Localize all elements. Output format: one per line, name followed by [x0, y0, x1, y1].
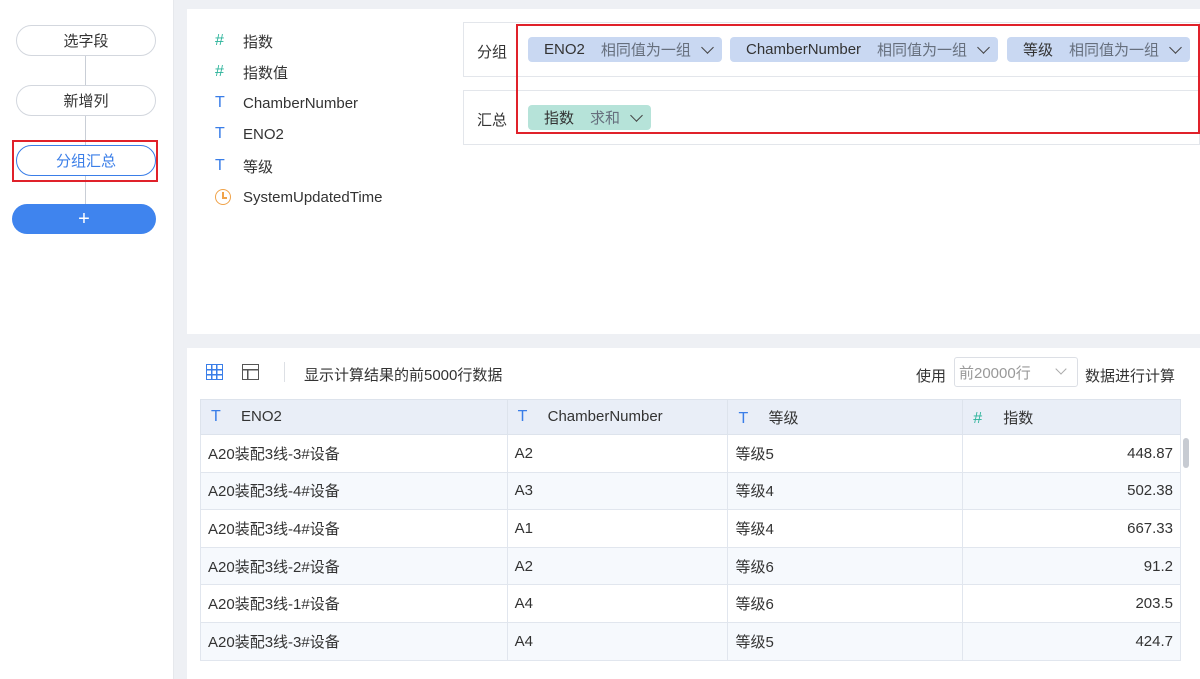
rows-limit-select[interactable]: 前20000行 [954, 357, 1078, 387]
table-cell: 502.38 [962, 471, 1181, 511]
vertical-scrollbar[interactable] [1183, 438, 1189, 468]
column-header[interactable]: T ChamberNumber [506, 399, 729, 435]
table-cell: A2 [506, 546, 729, 586]
clock-icon [215, 189, 243, 205]
table-cell: A20装配3线-3#设备 [200, 621, 508, 661]
table-cell: 等级4 [727, 471, 964, 511]
table-row: A20装配3线-1#设备 A4 等级6 203.5 [200, 584, 1181, 623]
field-item[interactable]: # 指数值 [215, 60, 288, 84]
column-header[interactable]: T ENO2 [200, 399, 508, 435]
table-cell: A20装配3线-4#设备 [200, 471, 508, 511]
highlight-box-config [516, 24, 1200, 134]
step-add-column[interactable]: 新增列 [16, 85, 156, 116]
table-cell: 91.2 [962, 546, 1181, 586]
rows-limit-placeholder: 前20000行 [959, 364, 1031, 382]
step-flow-panel: 选字段 新增列 分组汇总 + [0, 0, 174, 679]
field-name: ENO2 [243, 125, 284, 143]
use-label: 使用 [916, 368, 947, 385]
table-view-icon[interactable] [206, 364, 223, 380]
text-type-icon: T [215, 157, 225, 174]
result-table: T ENO2 T ChamberNumber T 等级 # 指数 A20装配3线-3#设… [200, 399, 1181, 661]
table-cell: A4 [506, 621, 729, 661]
table-cell: 等级6 [727, 546, 964, 586]
table-cell: A2 [506, 434, 729, 473]
field-name: 等级 [243, 158, 274, 176]
step-select-fields[interactable]: 选字段 [16, 25, 156, 56]
field-item[interactable]: SystemUpdatedTime [215, 185, 383, 209]
table-cell: A20装配3线-2#设备 [200, 546, 508, 586]
field-item[interactable]: T 等级 [215, 154, 273, 178]
table-cell: A1 [506, 509, 729, 548]
table-cell: 等级5 [727, 434, 964, 473]
field-item[interactable]: T ENO2 [215, 122, 284, 146]
table-cell: 448.87 [962, 434, 1181, 473]
table-cell: 等级4 [727, 509, 964, 548]
chevron-down-icon [1055, 363, 1067, 375]
table-cell: A20装配3线-1#设备 [200, 584, 508, 623]
field-item[interactable]: # 指数 [215, 29, 273, 53]
text-type-icon: T [211, 408, 221, 425]
add-step-button[interactable]: + [12, 204, 156, 234]
table-row: A20装配3线-4#设备 A1 等级4 667.33 [200, 509, 1181, 548]
field-name: 指数 [243, 33, 274, 51]
flow-connector-line [85, 40, 86, 220]
field-name: 指数值 [243, 64, 289, 82]
column-header[interactable]: T 等级 [727, 399, 964, 435]
number-type-icon: # [215, 63, 224, 80]
number-type-icon: # [973, 409, 983, 427]
column-title: 指数 [1003, 409, 1034, 427]
column-title: 等级 [768, 409, 799, 427]
group-summary-config-panel: # 指数 # 指数值 T ChamberNumber T ENO2 T 等级 S… [187, 9, 1200, 334]
table-cell: 等级5 [727, 621, 964, 661]
column-title: ENO2 [241, 408, 282, 425]
text-type-icon: T [215, 94, 225, 111]
text-type-icon: T [738, 409, 749, 427]
table-cell: 424.7 [962, 621, 1181, 661]
toolbar-divider [284, 362, 285, 382]
table-header-row: T ENO2 T ChamberNumber T 等级 # 指数 [200, 399, 1181, 435]
preview-info-text: 显示计算结果的前5000行数据 [304, 367, 503, 384]
field-name: ChamberNumber [243, 94, 359, 112]
field-name: SystemUpdatedTime [243, 188, 383, 206]
table-cell: 667.33 [962, 509, 1181, 548]
calc-label: 数据进行计算 [1085, 368, 1176, 385]
text-type-icon: T [517, 408, 528, 425]
group-zone-label: 分组 [477, 44, 508, 61]
number-type-icon: # [215, 32, 224, 49]
table-row: A20装配3线-2#设备 A2 等级6 91.2 [200, 546, 1181, 586]
table-cell: 203.5 [962, 584, 1181, 623]
table-cell: 等级6 [727, 584, 964, 623]
table-cell: A3 [506, 471, 729, 511]
field-item[interactable]: T ChamberNumber [215, 91, 358, 115]
table-row: A20装配3线-4#设备 A3 等级4 502.38 [200, 471, 1181, 511]
column-title: ChamberNumber [547, 408, 663, 425]
table-row: A20装配3线-3#设备 A4 等级5 424.7 [200, 621, 1181, 661]
table-cell: A20装配3线-3#设备 [200, 434, 508, 473]
table-cell: A4 [506, 584, 729, 623]
layout-view-icon[interactable] [242, 364, 259, 380]
column-header[interactable]: # 指数 [962, 399, 1181, 435]
highlight-box-step [12, 140, 158, 182]
data-preview-panel: 显示计算结果的前5000行数据 使用 前20000行 数据进行计算 T ENO2 … [187, 348, 1200, 679]
table-cell: A20装配3线-4#设备 [200, 509, 508, 548]
text-type-icon: T [215, 125, 225, 142]
summary-zone-label: 汇总 [477, 112, 508, 129]
table-row: A20装配3线-3#设备 A2 等级5 448.87 [200, 434, 1181, 473]
